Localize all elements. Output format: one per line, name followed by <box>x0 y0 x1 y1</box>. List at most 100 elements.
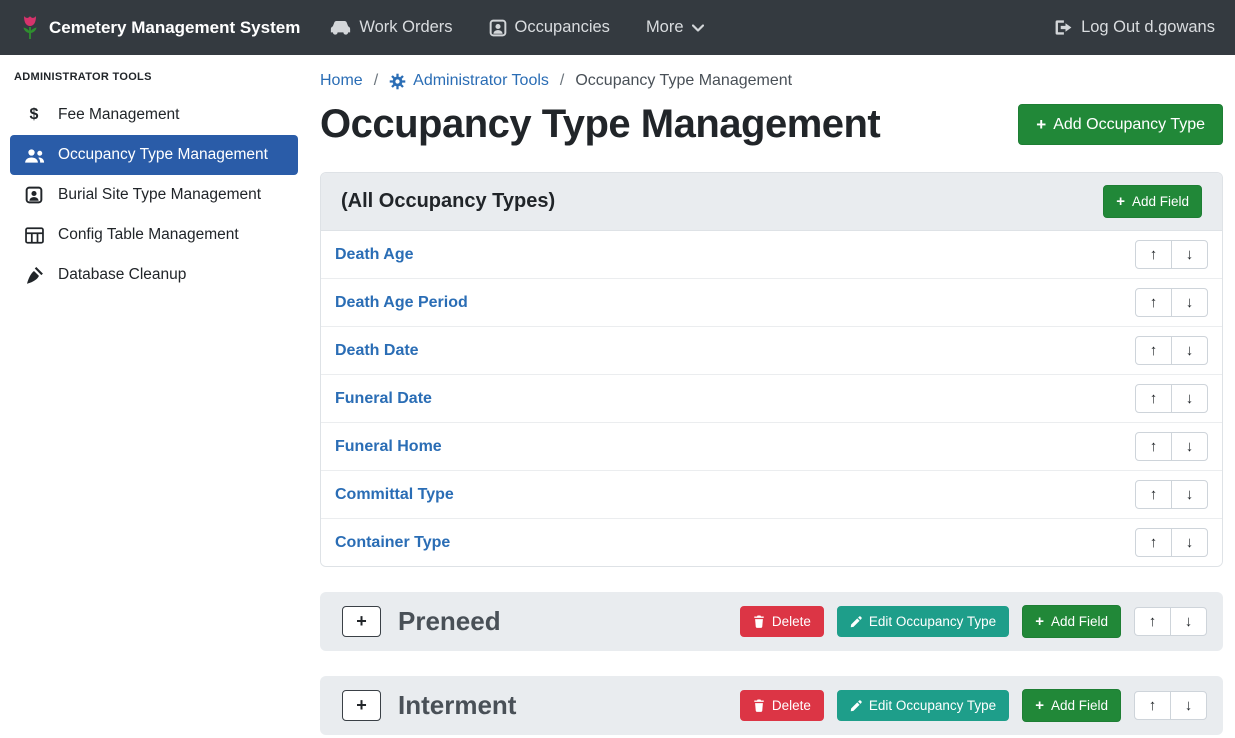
reorder-group: ↑ ↓ <box>1135 336 1208 365</box>
move-down-button[interactable]: ↓ <box>1170 691 1207 720</box>
breadcrumb-current: Occupancy Type Management <box>575 72 792 90</box>
section-interment: + Interment Delete Edit Occupancy Type + <box>320 676 1223 735</box>
move-down-button[interactable]: ↓ <box>1171 480 1208 509</box>
move-up-button[interactable]: ↑ <box>1134 691 1171 720</box>
move-up-button[interactable]: ↑ <box>1134 607 1171 636</box>
field-link-committal-type[interactable]: Committal Type <box>335 486 454 504</box>
arrow-down-icon: ↓ <box>1186 294 1194 311</box>
move-up-button[interactable]: ↑ <box>1135 528 1172 557</box>
app-title: Cemetery Management System <box>49 18 300 38</box>
arrow-down-icon: ↓ <box>1186 342 1194 359</box>
trash-icon <box>753 699 765 712</box>
add-field-label: Add Field <box>1051 699 1108 713</box>
arrow-up-icon: ↑ <box>1150 294 1158 311</box>
sidebar-item-occupancy-type-management[interactable]: Occupancy Type Management <box>10 135 298 175</box>
reorder-group: ↑ ↓ <box>1135 528 1208 557</box>
gear-icon <box>389 73 406 90</box>
delete-button[interactable]: Delete <box>740 606 824 638</box>
arrow-up-icon: ↑ <box>1150 246 1158 263</box>
add-field-label: Add Field <box>1051 615 1108 629</box>
chevron-down-icon <box>692 24 704 32</box>
app-brand[interactable]: Cemetery Management System <box>20 14 300 41</box>
move-down-button[interactable]: ↓ <box>1171 240 1208 269</box>
add-occupancy-type-label: Add Occupancy Type <box>1053 117 1205 133</box>
sidebar-item-fee-management[interactable]: $ Fee Management <box>10 95 298 135</box>
field-link-death-date[interactable]: Death Date <box>335 342 419 360</box>
arrow-down-icon: ↓ <box>1186 534 1194 551</box>
nav-occupancies[interactable]: Occupancies <box>489 18 610 37</box>
sidebar-item-label: Burial Site Type Management <box>58 186 261 204</box>
edit-occupancy-type-button[interactable]: Edit Occupancy Type <box>837 606 1009 638</box>
trash-icon <box>753 615 765 628</box>
reorder-group: ↑ ↓ <box>1135 384 1208 413</box>
sidebar-item-label: Occupancy Type Management <box>58 146 268 164</box>
sidebar-item-database-cleanup[interactable]: Database Cleanup <box>10 255 298 295</box>
arrow-down-icon: ↓ <box>1186 438 1194 455</box>
add-occupancy-type-button[interactable]: + Add Occupancy Type <box>1018 104 1223 145</box>
field-link-funeral-date[interactable]: Funeral Date <box>335 390 432 408</box>
add-field-button[interactable]: + Add Field <box>1022 605 1121 638</box>
edit-occupancy-type-button[interactable]: Edit Occupancy Type <box>837 690 1009 722</box>
expand-button[interactable]: + <box>342 606 381 637</box>
nav-work-orders-label: Work Orders <box>359 18 452 37</box>
move-up-button[interactable]: ↑ <box>1135 432 1172 461</box>
person-frame-icon <box>20 186 48 204</box>
arrow-up-icon: ↑ <box>1150 534 1158 551</box>
field-link-funeral-home[interactable]: Funeral Home <box>335 438 442 456</box>
field-row: Death Date ↑ ↓ <box>321 327 1222 375</box>
field-link-death-age-period[interactable]: Death Age Period <box>335 294 468 312</box>
logout-link[interactable]: Log Out d.gowans <box>1054 18 1215 37</box>
sidebar-item-burial-site-type-management[interactable]: Burial Site Type Management <box>10 175 298 215</box>
field-row: Death Age ↑ ↓ <box>321 231 1222 279</box>
edit-occupancy-type-label: Edit Occupancy Type <box>869 699 996 713</box>
move-up-button[interactable]: ↑ <box>1135 384 1172 413</box>
nav-work-orders[interactable]: Work Orders <box>330 18 452 37</box>
move-down-button[interactable]: ↓ <box>1170 607 1207 636</box>
move-down-button[interactable]: ↓ <box>1171 432 1208 461</box>
section-title: Preneed <box>398 606 501 637</box>
sidebar-item-config-table-management[interactable]: Config Table Management <box>10 215 298 255</box>
reorder-group: ↑ ↓ <box>1135 288 1208 317</box>
arrow-down-icon: ↓ <box>1185 697 1193 714</box>
pencil-icon <box>850 616 862 628</box>
arrow-up-icon: ↑ <box>1150 486 1158 503</box>
section-actions: Delete Edit Occupancy Type + Add Field ↑… <box>740 689 1207 722</box>
primary-nav: Work Orders Occupancies More <box>330 18 703 37</box>
logout-label: Log Out d.gowans <box>1081 18 1215 37</box>
reorder-group: ↑ ↓ <box>1135 240 1208 269</box>
add-field-button[interactable]: + Add Field <box>1022 689 1121 722</box>
person-frame-icon <box>489 19 507 37</box>
move-down-button[interactable]: ↓ <box>1171 336 1208 365</box>
field-link-container-type[interactable]: Container Type <box>335 534 450 552</box>
move-up-button[interactable]: ↑ <box>1135 240 1172 269</box>
section-actions: Delete Edit Occupancy Type + Add Field ↑… <box>740 605 1207 638</box>
delete-button[interactable]: Delete <box>740 690 824 722</box>
arrow-up-icon: ↑ <box>1150 390 1158 407</box>
move-up-button[interactable]: ↑ <box>1135 480 1172 509</box>
arrow-down-icon: ↓ <box>1185 613 1193 630</box>
breadcrumb: Home / <box>320 72 1223 90</box>
move-up-button[interactable]: ↑ <box>1135 288 1172 317</box>
breadcrumb-admin-tools-label: Administrator Tools <box>413 72 549 90</box>
breadcrumb-home-link[interactable]: Home <box>320 72 363 90</box>
nav-more[interactable]: More <box>646 18 704 37</box>
move-down-button[interactable]: ↓ <box>1171 288 1208 317</box>
edit-occupancy-type-label: Edit Occupancy Type <box>869 615 996 629</box>
table-icon <box>20 227 48 244</box>
breadcrumb-admin-tools-link[interactable]: Administrator Tools <box>389 72 549 90</box>
title-row: Occupancy Type Management + Add Occupanc… <box>320 102 1223 147</box>
car-icon <box>330 19 351 36</box>
broom-icon <box>20 266 48 285</box>
field-row: Death Age Period ↑ ↓ <box>321 279 1222 327</box>
move-down-button[interactable]: ↓ <box>1171 384 1208 413</box>
sidebar-item-label: Database Cleanup <box>58 266 186 284</box>
all-occupancy-types-title: (All Occupancy Types) <box>341 190 555 213</box>
move-up-button[interactable]: ↑ <box>1135 336 1172 365</box>
field-link-death-age[interactable]: Death Age <box>335 246 414 264</box>
plus-icon: + <box>1036 116 1046 133</box>
top-navbar: Cemetery Management System Work Orders O… <box>0 0 1235 55</box>
main-content: Home / <box>308 55 1235 738</box>
expand-button[interactable]: + <box>342 690 381 721</box>
add-field-button[interactable]: + Add Field <box>1103 185 1202 218</box>
move-down-button[interactable]: ↓ <box>1171 528 1208 557</box>
